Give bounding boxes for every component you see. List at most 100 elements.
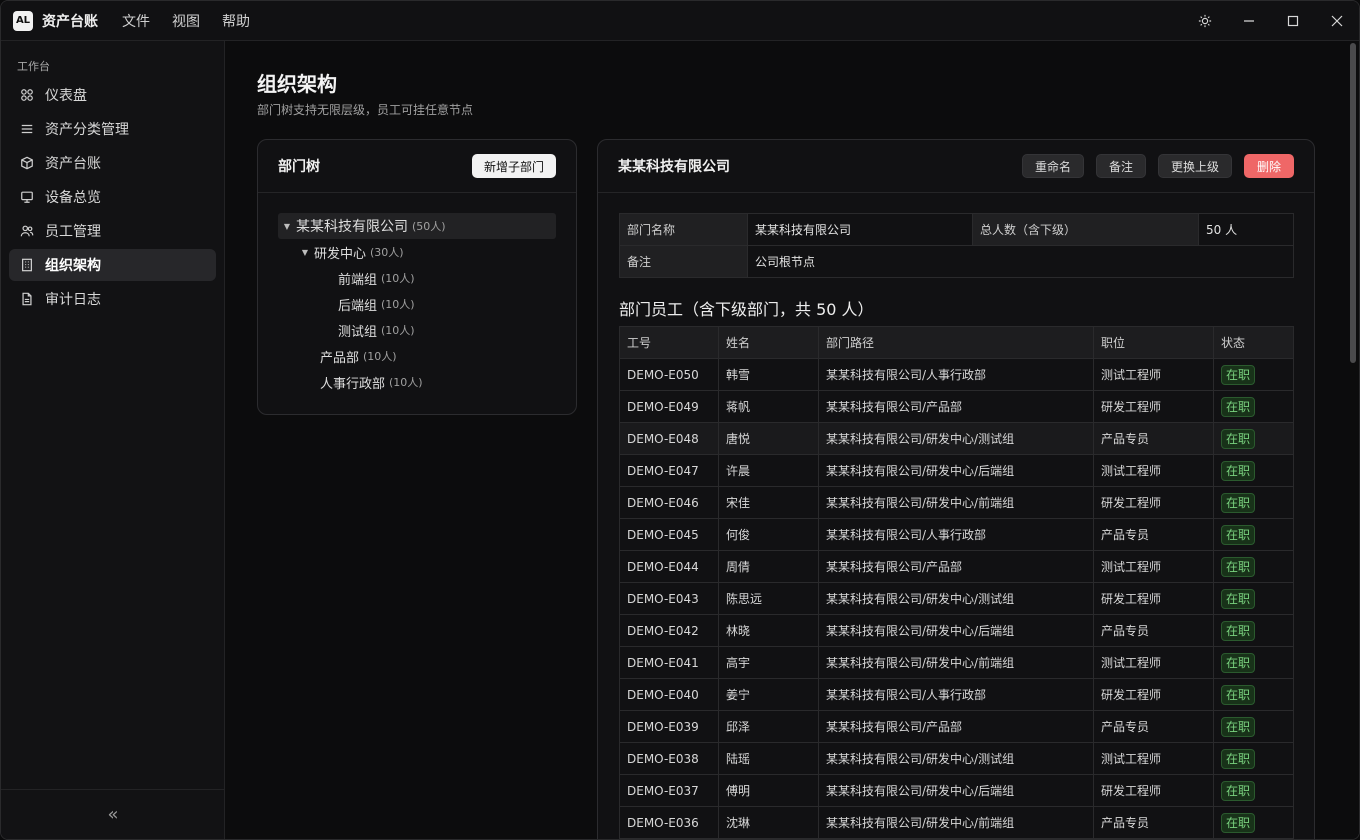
sidebar-item-ledger[interactable]: 资产台账 (9, 147, 216, 179)
rename-button[interactable]: 重命名 (1021, 154, 1084, 178)
maximize-icon[interactable] (1271, 1, 1315, 41)
table-row[interactable]: DEMO-E039 邱泽 某某科技有限公司/产品部 产品专员 在职 (619, 710, 1294, 743)
table-cell: 产品专员 (1093, 518, 1214, 551)
table-cell: 某某科技有限公司/研发中心/前端组 (818, 806, 1094, 839)
sidebar-item-categories[interactable]: 资产分类管理 (9, 113, 216, 145)
sidebar-item-audit[interactable]: 审计日志 (9, 283, 216, 315)
sidebar-item-label: 组织架构 (45, 258, 101, 274)
table-row[interactable]: DEMO-E045 何俊 某某科技有限公司/人事行政部 产品专员 在职 (619, 518, 1294, 551)
table-cell: DEMO-E037 (619, 774, 719, 807)
status-cell: 在职 (1213, 614, 1294, 647)
table-row[interactable]: DEMO-E043 陈思远 某某科技有限公司/研发中心/测试组 研发工程师 在职 (619, 582, 1294, 615)
column-header[interactable]: 状态 (1213, 326, 1294, 359)
table-row[interactable]: DEMO-E037 傅明 某某科技有限公司/研发中心/后端组 研发工程师 在职 (619, 774, 1294, 807)
status-cell: 在职 (1213, 646, 1294, 679)
table-cell: 产品专员 (1093, 806, 1214, 839)
table-cell: 何俊 (718, 518, 819, 551)
menu-view[interactable]: 视图 (172, 11, 200, 31)
table-row[interactable]: DEMO-E049 蒋帆 某某科技有限公司/产品部 研发工程师 在职 (619, 390, 1294, 423)
sidebar-heading: 工作台 (17, 60, 50, 73)
status-badge: 在职 (1221, 684, 1256, 705)
column-header[interactable]: 工号 (619, 326, 719, 359)
menu-file[interactable]: 文件 (122, 11, 150, 31)
table-cell: 测试工程师 (1093, 550, 1214, 583)
employees-section-title: 部门员工（含下级部门，共 50 人） (619, 300, 874, 319)
sidebar-item-devices[interactable]: 设备总览 (9, 181, 216, 213)
table-row[interactable]: DEMO-E036 沈琳 某某科技有限公司/研发中心/前端组 产品专员 在职 (619, 806, 1294, 839)
status-cell: 在职 (1213, 742, 1294, 775)
table-row[interactable]: DEMO-E046 宋佳 某某科技有限公司/研发中心/前端组 研发工程师 在职 (619, 486, 1294, 519)
table-cell: DEMO-E045 (619, 518, 719, 551)
tree-node-frontend[interactable]: 前端组 (10人) (278, 265, 556, 291)
tree-node-product[interactable]: 产品部 (10人) (278, 343, 556, 369)
info-value: 50 人 (1198, 213, 1294, 246)
title-bar: AL 资产台账 文件 视图 帮助 (1, 1, 1359, 41)
tree-node-rd-center[interactable]: ▼ 研发中心 (30人) (278, 239, 556, 265)
menu-help[interactable]: 帮助 (222, 11, 250, 31)
tree-node-hr[interactable]: 人事行政部 (10人) (278, 369, 556, 395)
status-cell: 在职 (1213, 358, 1294, 391)
table-cell: DEMO-E047 (619, 454, 719, 487)
table-row[interactable]: DEMO-E048 唐悦 某某科技有限公司/研发中心/测试组 产品专员 在职 (619, 422, 1294, 455)
sidebar-item-label: 资产台账 (45, 156, 101, 172)
status-badge: 在职 (1221, 396, 1256, 417)
change-parent-button[interactable]: 更换上级 (1157, 154, 1232, 178)
department-detail-card: 某某科技有限公司 重命名 备注 更换上级 删除 部门名称 某某科技有限公司 总人… (597, 139, 1315, 839)
theme-toggle-icon[interactable] (1183, 1, 1227, 41)
dashboard-icon (19, 87, 35, 103)
close-icon[interactable] (1315, 1, 1359, 41)
tree-node-count: (10人) (363, 350, 397, 363)
monitor-icon (19, 189, 35, 205)
info-label: 总人数（含下级） (972, 213, 1199, 246)
table-row[interactable]: DEMO-E038 陆瑶 某某科技有限公司/研发中心/测试组 测试工程师 在职 (619, 742, 1294, 775)
minimize-icon[interactable] (1227, 1, 1271, 41)
info-value: 公司根节点 (747, 245, 1294, 278)
status-cell: 在职 (1213, 486, 1294, 519)
table-cell: 某某科技有限公司/产品部 (818, 710, 1094, 743)
table-cell: 研发工程师 (1093, 678, 1214, 711)
sidebar-item-org[interactable]: 组织架构 (9, 249, 216, 281)
table-cell: 高宇 (718, 646, 819, 679)
table-cell: 陆瑶 (718, 742, 819, 775)
column-header[interactable]: 职位 (1093, 326, 1214, 359)
status-cell: 在职 (1213, 806, 1294, 839)
table-row[interactable]: DEMO-E044 周倩 某某科技有限公司/产品部 测试工程师 在职 (619, 550, 1294, 583)
sidebar-item-dashboard[interactable]: 仪表盘 (9, 79, 216, 111)
sidebar-item-label: 审计日志 (45, 292, 101, 308)
table-row[interactable]: DEMO-E050 韩雪 某某科技有限公司/人事行政部 测试工程师 在职 (619, 358, 1294, 391)
column-header[interactable]: 部门路径 (818, 326, 1094, 359)
table-cell: 唐悦 (718, 422, 819, 455)
table-row[interactable]: DEMO-E041 高宇 某某科技有限公司/研发中心/前端组 测试工程师 在职 (619, 646, 1294, 679)
table-row[interactable]: DEMO-E040 姜宁 某某科技有限公司/人事行政部 研发工程师 在职 (619, 678, 1294, 711)
menu-bar: 文件 视图 帮助 (122, 11, 272, 31)
status-badge: 在职 (1221, 748, 1256, 769)
column-header[interactable]: 姓名 (718, 326, 819, 359)
table-cell: 某某科技有限公司/人事行政部 (818, 678, 1094, 711)
caret-down-icon[interactable]: ▼ (278, 222, 296, 231)
tree-node-company[interactable]: ▼ 某某科技有限公司 (50人) (278, 213, 556, 239)
scrollbar[interactable] (1350, 43, 1356, 363)
table-row[interactable]: DEMO-E047 许晨 某某科技有限公司/研发中心/后端组 测试工程师 在职 (619, 454, 1294, 487)
tree-node-qa[interactable]: 测试组 (10人) (278, 317, 556, 343)
tree-node-count: (10人) (381, 324, 415, 337)
sidebar-collapse-button[interactable]: « (1, 789, 225, 839)
add-subdepartment-button[interactable]: 新增子部门 (471, 154, 556, 178)
table-cell: 某某科技有限公司/研发中心/测试组 (818, 742, 1094, 775)
table-row[interactable]: DEMO-E042 林晓 某某科技有限公司/研发中心/后端组 产品专员 在职 (619, 614, 1294, 647)
tree-node-label: 后端组 (338, 298, 378, 314)
table-cell: DEMO-E042 (619, 614, 719, 647)
table-cell: 陈思远 (718, 582, 819, 615)
table-cell: 产品专员 (1093, 614, 1214, 647)
table-cell: 测试工程师 (1093, 646, 1214, 679)
tree-node-backend[interactable]: 后端组 (10人) (278, 291, 556, 317)
sidebar-item-label: 仪表盘 (45, 88, 87, 104)
sidebar-item-employees[interactable]: 员工管理 (9, 215, 216, 247)
caret-down-icon[interactable]: ▼ (296, 248, 314, 257)
tree-card-title: 部门树 (278, 159, 320, 175)
file-icon (19, 291, 35, 307)
table-cell: 邱泽 (718, 710, 819, 743)
note-button[interactable]: 备注 (1095, 154, 1146, 178)
table-cell: 某某科技有限公司/产品部 (818, 550, 1094, 583)
table-cell: 产品专员 (1093, 422, 1214, 455)
delete-button[interactable]: 删除 (1243, 154, 1294, 178)
